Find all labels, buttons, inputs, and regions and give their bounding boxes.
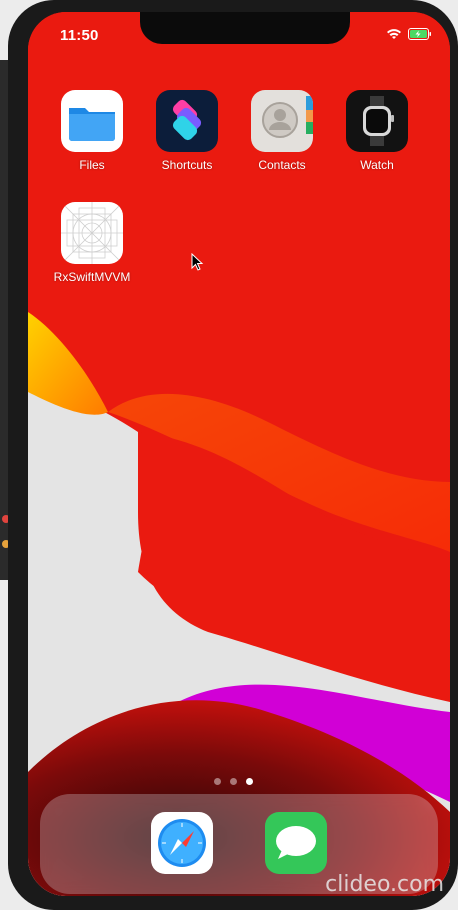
home-screen[interactable]: 11:50 Files Shortcuts Contacts Watch RxS…	[28, 12, 450, 896]
notch	[140, 12, 350, 44]
page-dot[interactable]	[230, 778, 237, 785]
app-files[interactable]: Files	[44, 90, 140, 172]
iphone-frame: 11:50 Files Shortcuts Contacts Watch RxS…	[8, 0, 458, 910]
wifi-icon	[387, 29, 401, 39]
app-label: Contacts	[258, 158, 306, 172]
mouse-pointer-icon	[191, 253, 204, 271]
app-shortcuts[interactable]: Shortcuts	[139, 90, 235, 172]
page-indicator[interactable]	[214, 778, 253, 785]
files-icon	[61, 90, 123, 152]
dock-app-safari[interactable]	[134, 812, 230, 874]
safari-icon	[151, 812, 213, 874]
app-watch[interactable]: Watch	[329, 90, 425, 172]
status-icons	[386, 28, 432, 40]
app-label: Shortcuts	[161, 158, 213, 172]
app-label: RxSwiftMVVM	[53, 270, 131, 284]
shortcuts-icon	[156, 90, 218, 152]
battery-charging-icon	[408, 28, 431, 40]
app-label: Files	[79, 158, 105, 172]
app-rxswiftmvvm[interactable]: RxSwiftMVVM	[44, 202, 140, 284]
watermark: clideo.com	[325, 872, 444, 897]
dock-app-messages[interactable]	[248, 812, 344, 874]
page-dot[interactable]	[214, 778, 221, 785]
messages-icon	[265, 812, 327, 874]
watch-icon	[346, 90, 408, 152]
app-label: Watch	[360, 158, 394, 172]
blank-app-icon	[61, 202, 123, 264]
status-time: 11:50	[60, 27, 99, 44]
contacts-icon	[251, 90, 313, 152]
page-dot-current[interactable]	[246, 778, 253, 785]
app-contacts[interactable]: Contacts	[234, 90, 330, 172]
